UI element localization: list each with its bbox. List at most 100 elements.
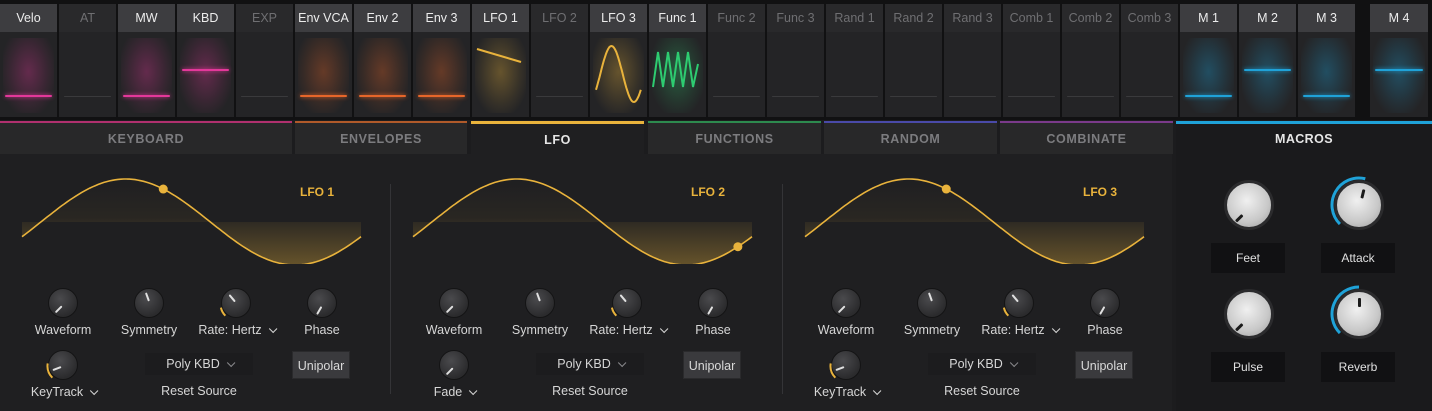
reset-source-dropdown[interactable]: Poly KBD xyxy=(928,353,1036,375)
source-env-vca[interactable]: Env VCA xyxy=(295,4,352,117)
source-rand-1[interactable]: Rand 1 xyxy=(826,4,883,117)
fade-dropdown[interactable]: Fade xyxy=(414,385,494,399)
symmetry-label-text: Symmetry xyxy=(903,323,961,337)
source-label: LFO 2 xyxy=(531,4,588,32)
knob-pointer xyxy=(927,292,933,302)
waveform-knob[interactable] xyxy=(831,288,861,318)
macro-label-pulse[interactable]: Pulse xyxy=(1211,352,1285,382)
chevron-down-icon xyxy=(873,386,882,396)
source-comb-2[interactable]: Comb 2 xyxy=(1062,4,1119,117)
rate-mode-dropdown[interactable]: Rate: Hertz xyxy=(186,323,286,337)
source-func-1[interactable]: Func 1 xyxy=(649,4,706,117)
source-level-line xyxy=(713,96,760,97)
unipolar-button[interactable]: Unipolar xyxy=(683,351,741,379)
rate-knob[interactable] xyxy=(610,288,642,318)
source-m-4[interactable]: M 4 xyxy=(1370,4,1428,117)
symmetry-knob[interactable] xyxy=(917,288,947,318)
knob-pointer xyxy=(316,306,323,315)
source-comb-1[interactable]: Comb 1 xyxy=(1003,4,1060,117)
chevron-down-icon xyxy=(1009,358,1019,368)
source-label: M 4 xyxy=(1370,4,1428,32)
macros-title: MACROS xyxy=(1275,132,1333,146)
knob-value-arc xyxy=(829,363,837,379)
source-level-line xyxy=(772,96,819,97)
tab-combinate[interactable]: COMBINATE xyxy=(1000,121,1173,154)
source-level-line xyxy=(890,96,937,97)
source-lfo-2[interactable]: LFO 2 xyxy=(531,4,588,117)
waveform-knob[interactable] xyxy=(439,288,469,318)
phase-knob[interactable] xyxy=(698,288,728,318)
source-level-line xyxy=(1008,96,1055,97)
macro-label-feet[interactable]: Feet xyxy=(1211,243,1285,273)
source-label: Rand 3 xyxy=(944,4,1001,32)
keytrack-knob[interactable] xyxy=(46,350,78,380)
tab-functions[interactable]: FUNCTIONS xyxy=(648,121,821,154)
source-func-3[interactable]: Func 3 xyxy=(767,4,824,117)
lfo-title: LFO 1 xyxy=(300,185,335,199)
source-env-3[interactable]: Env 3 xyxy=(413,4,470,117)
source-mw[interactable]: MW xyxy=(118,4,175,117)
keytrack-dropdown[interactable]: KeyTrack xyxy=(23,385,103,399)
waveform-label-text: Waveform xyxy=(425,323,483,337)
keytrack-dropdown-text: KeyTrack xyxy=(813,385,867,399)
tab-lfo[interactable]: LFO xyxy=(471,121,644,154)
source-glow xyxy=(3,38,54,113)
fade-dropdown-text: Fade xyxy=(433,385,463,399)
unipolar-button[interactable]: Unipolar xyxy=(1075,351,1133,379)
source-label: LFO 3 xyxy=(590,4,647,32)
tab-envelopes[interactable]: ENVELOPES xyxy=(295,121,467,154)
source-m-1[interactable]: M 1 xyxy=(1180,4,1237,117)
macro-knob-pulse[interactable] xyxy=(1224,289,1274,339)
source-lfo-3[interactable]: LFO 3 xyxy=(590,4,647,117)
symmetry-label: Symmetry xyxy=(892,323,972,337)
knob-pointer xyxy=(144,292,150,302)
macro-knob-reverb[interactable] xyxy=(1330,285,1384,339)
macro-knob-attack[interactable] xyxy=(1330,176,1384,230)
phase-knob[interactable] xyxy=(307,288,337,318)
source-rand-3[interactable]: Rand 3 xyxy=(944,4,1001,117)
symmetry-knob[interactable] xyxy=(525,288,555,318)
macro-label-attack[interactable]: Attack xyxy=(1321,243,1395,273)
source-comb-3[interactable]: Comb 3 xyxy=(1121,4,1178,117)
rate-mode-dropdown-text: Rate: Hertz xyxy=(981,323,1045,337)
keytrack-dropdown[interactable]: KeyTrack xyxy=(806,385,886,399)
rate-knob[interactable] xyxy=(219,288,251,318)
chevron-down-icon xyxy=(659,324,668,334)
unipolar-button[interactable]: Unipolar xyxy=(292,351,350,379)
source-kbd[interactable]: KBD xyxy=(177,4,234,117)
source-level-line xyxy=(5,95,52,97)
phase-knob[interactable] xyxy=(1090,288,1120,318)
macro-knob-feet[interactable] xyxy=(1224,180,1274,230)
reset-source-dropdown[interactable]: Poly KBD xyxy=(536,353,644,375)
tab-random[interactable]: RANDOM xyxy=(824,121,997,154)
source-env-2[interactable]: Env 2 xyxy=(354,4,411,117)
chevron-down-icon xyxy=(469,386,478,396)
source-label: EXP xyxy=(236,4,293,32)
source-rand-2[interactable]: Rand 2 xyxy=(885,4,942,117)
knob-pointer xyxy=(1235,214,1244,223)
rate-mode-dropdown[interactable]: Rate: Hertz xyxy=(577,323,677,337)
source-exp[interactable]: EXP xyxy=(236,4,293,117)
source-velo[interactable]: Velo xyxy=(0,4,57,117)
macro-value-arc xyxy=(1330,285,1360,335)
macro-label-reverb[interactable]: Reverb xyxy=(1321,352,1395,382)
waveform-knob[interactable] xyxy=(48,288,78,318)
source-m-3[interactable]: M 3 xyxy=(1298,4,1355,117)
chevron-down-icon xyxy=(617,358,627,368)
knob-pointer xyxy=(535,292,541,302)
source-lfo-1[interactable]: LFO 1 xyxy=(472,4,529,117)
keytrack-knob[interactable] xyxy=(829,350,861,380)
fade-knob[interactable] xyxy=(439,350,469,380)
rate-mode-dropdown-text: Rate: Hertz xyxy=(589,323,653,337)
tab-keyboard[interactable]: KEYBOARD xyxy=(0,121,292,154)
rate-knob[interactable] xyxy=(1002,288,1034,318)
source-at[interactable]: AT xyxy=(59,4,116,117)
source-m-2[interactable]: M 2 xyxy=(1239,4,1296,117)
source-level-line xyxy=(300,95,347,97)
knob-value-arc xyxy=(610,307,618,317)
source-func-2[interactable]: Func 2 xyxy=(708,4,765,117)
source-level-line xyxy=(949,96,996,97)
rate-mode-dropdown[interactable]: Rate: Hertz xyxy=(969,323,1069,337)
symmetry-knob[interactable] xyxy=(134,288,164,318)
reset-source-dropdown[interactable]: Poly KBD xyxy=(145,353,253,375)
